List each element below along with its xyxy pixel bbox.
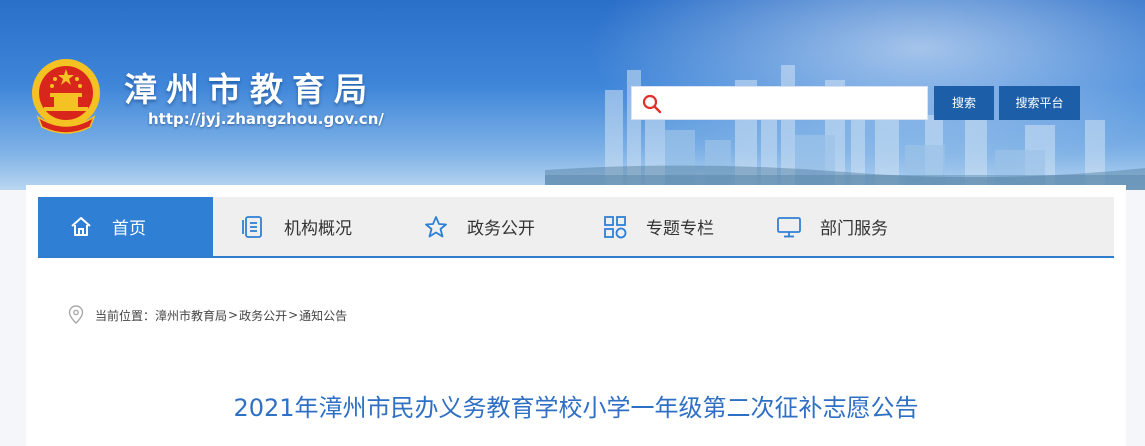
article-title: 2021年漳州市民办义务教育学校小学一年级第二次征补志愿公告 — [233, 394, 919, 422]
location-pin-icon — [68, 305, 84, 324]
nav-item-gov-affairs[interactable]: 政务公开 — [423, 197, 535, 256]
nav-item-label: 机构概况 — [284, 219, 352, 239]
search-input[interactable] — [672, 87, 926, 121]
search-platform-button[interactable]: 搜索平台 — [999, 86, 1080, 120]
nav-item-label: 首页 — [112, 219, 146, 239]
national-emblem-logo — [32, 59, 100, 134]
nav-item-home[interactable]: 首页 — [38, 197, 213, 256]
search-button[interactable]: 搜索 — [934, 86, 994, 120]
breadcrumb-prefix: 当前位置： — [95, 308, 156, 323]
site-url[interactable]: http://jyj.zhangzhou.gov.cn/ — [148, 110, 384, 128]
search-box — [631, 86, 928, 121]
monitor-icon — [777, 216, 801, 237]
star-icon — [425, 215, 447, 237]
breadcrumb-item-notices[interactable]: 通知公告 — [299, 307, 347, 324]
grid-icon — [604, 215, 627, 238]
nav-item-dept-services[interactable]: 部门服务 — [776, 197, 888, 256]
breadcrumb-item-gov-affairs[interactable]: 政务公开 — [239, 307, 287, 324]
document-list-icon — [242, 215, 262, 238]
nav-item-label: 部门服务 — [820, 219, 888, 239]
nav-item-label: 政务公开 — [467, 219, 535, 239]
breadcrumb-separator: > — [228, 308, 239, 322]
breadcrumb-separator: > — [288, 308, 299, 322]
nav-item-label: 专题专栏 — [646, 219, 714, 239]
search-icon — [642, 94, 662, 114]
breadcrumb: 当前位置： 漳州市教育局 > 政务公开 > 通知公告 — [67, 305, 347, 325]
breadcrumb-item-home[interactable]: 漳州市教育局 — [155, 307, 227, 324]
site-title: 漳州市教育局 — [124, 70, 376, 109]
header-banner: 漳州市教育局 http://jyj.zhangzhou.gov.cn/ 搜索 搜… — [0, 0, 1145, 190]
nav-item-org-overview[interactable]: 机构概况 — [240, 197, 352, 256]
home-icon — [71, 216, 91, 236]
nav-item-special-topics[interactable]: 专题专栏 — [602, 197, 714, 256]
main-nav: 首页 机构概况 政务公开 专题专栏 部门服务 — [38, 197, 1114, 258]
